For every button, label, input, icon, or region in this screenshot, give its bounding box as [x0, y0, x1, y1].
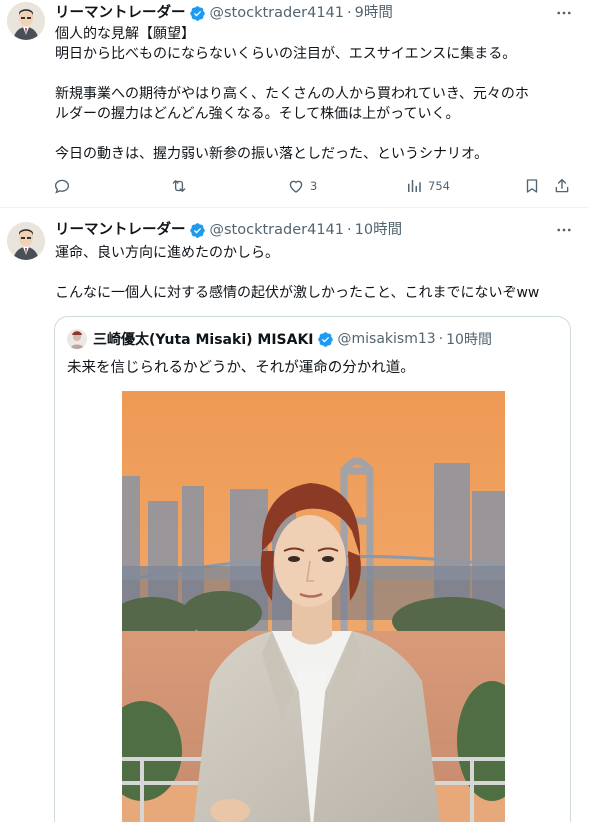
quote-author-handle: @misakism13 [337, 331, 436, 347]
verified-icon [189, 222, 206, 239]
retweet-icon [172, 180, 186, 192]
author-handle[interactable]: @stocktrader4141 [210, 220, 345, 240]
separator: · [347, 222, 352, 238]
share-icon [555, 178, 569, 193]
tweet-1[interactable]: リーマントレーダー @stocktrader4141 · 9時間 個人的な見解【… [0, 0, 589, 207]
tweet-text: 個人的な見解【願望】 明日から比べものにならないくらいの注目が、エスサイエンスに… [55, 24, 575, 164]
author-name[interactable]: リーマントレーダー [55, 220, 186, 240]
reply-button[interactable] [53, 175, 76, 197]
more-icon[interactable] [553, 220, 575, 240]
text-line: 今日の動きは、握力弱い新参の振い落としだった、というシナリオ。 [55, 146, 489, 162]
bookmark-icon [526, 179, 538, 193]
quote-text: 未来を信じられるかどうか、それが運命の分かれ道。 [67, 360, 415, 376]
avatar[interactable] [7, 2, 45, 40]
views-count: 754 [428, 179, 450, 193]
author-name[interactable]: リーマントレーダー [55, 3, 186, 23]
text-line: 新規事業への期待がやはり高く、たくさんの人から買われていき、元々のホ [55, 86, 529, 102]
reply-icon [54, 179, 70, 194]
action-bar: 3 754 [50, 175, 580, 197]
bookmark-button[interactable] [523, 175, 541, 197]
quote-avatar [67, 329, 87, 349]
quote-author-name: 三崎優太(Yuta Misaki) MISAKI [93, 332, 314, 348]
separator: · [347, 5, 352, 21]
like-button[interactable]: 3 [287, 175, 317, 197]
tweet-header: リーマントレーダー @stocktrader4141 · 10時間 [55, 220, 402, 240]
share-button[interactable] [553, 175, 571, 197]
verified-icon [317, 331, 334, 348]
separator: · [438, 331, 444, 347]
text-line: こんなに一個人に対する感情の起伏が激しかったこと、これまでにないぞww [55, 285, 540, 301]
verified-icon [189, 5, 206, 22]
timestamp[interactable]: 9時間 [355, 3, 393, 23]
text-line: 明日から比べものにならないくらいの注目が、エスサイエンスに集まる。 [55, 46, 517, 62]
quote-timestamp: 10時間 [446, 332, 492, 348]
like-icon [289, 180, 303, 193]
timestamp[interactable]: 10時間 [355, 220, 402, 240]
text-line: 個人的な見解【願望】 [55, 26, 195, 42]
text-line: ルダーの握力はどんどん強くなる。そして株価は上がっていく。 [55, 106, 460, 122]
retweet-button[interactable] [170, 175, 193, 197]
tweet-text: 運命、良い方向に進めたのかしら。 こんなに一個人に対する感情の起伏が激しかったこ… [55, 243, 575, 303]
text-line [55, 124, 575, 144]
views-icon [408, 180, 421, 192]
text-line: 運命、良い方向に進めたのかしら。 [55, 245, 279, 261]
avatar[interactable] [7, 222, 45, 260]
text-line [55, 64, 575, 84]
views-button[interactable]: 754 [405, 175, 450, 197]
text-line [55, 263, 575, 283]
like-count: 3 [310, 179, 318, 193]
tweet-header: リーマントレーダー @stocktrader4141 · 9時間 [55, 3, 393, 23]
quote-header: 三崎優太(Yuta Misaki) MISAKI @misakism13 · 1… [67, 329, 492, 349]
more-icon[interactable] [553, 3, 575, 23]
quote-photo[interactable] [122, 391, 505, 822]
author-handle[interactable]: @stocktrader4141 [210, 3, 345, 23]
quote-tweet[interactable]: 三崎優太(Yuta Misaki) MISAKI @misakism13 · 1… [54, 316, 571, 822]
